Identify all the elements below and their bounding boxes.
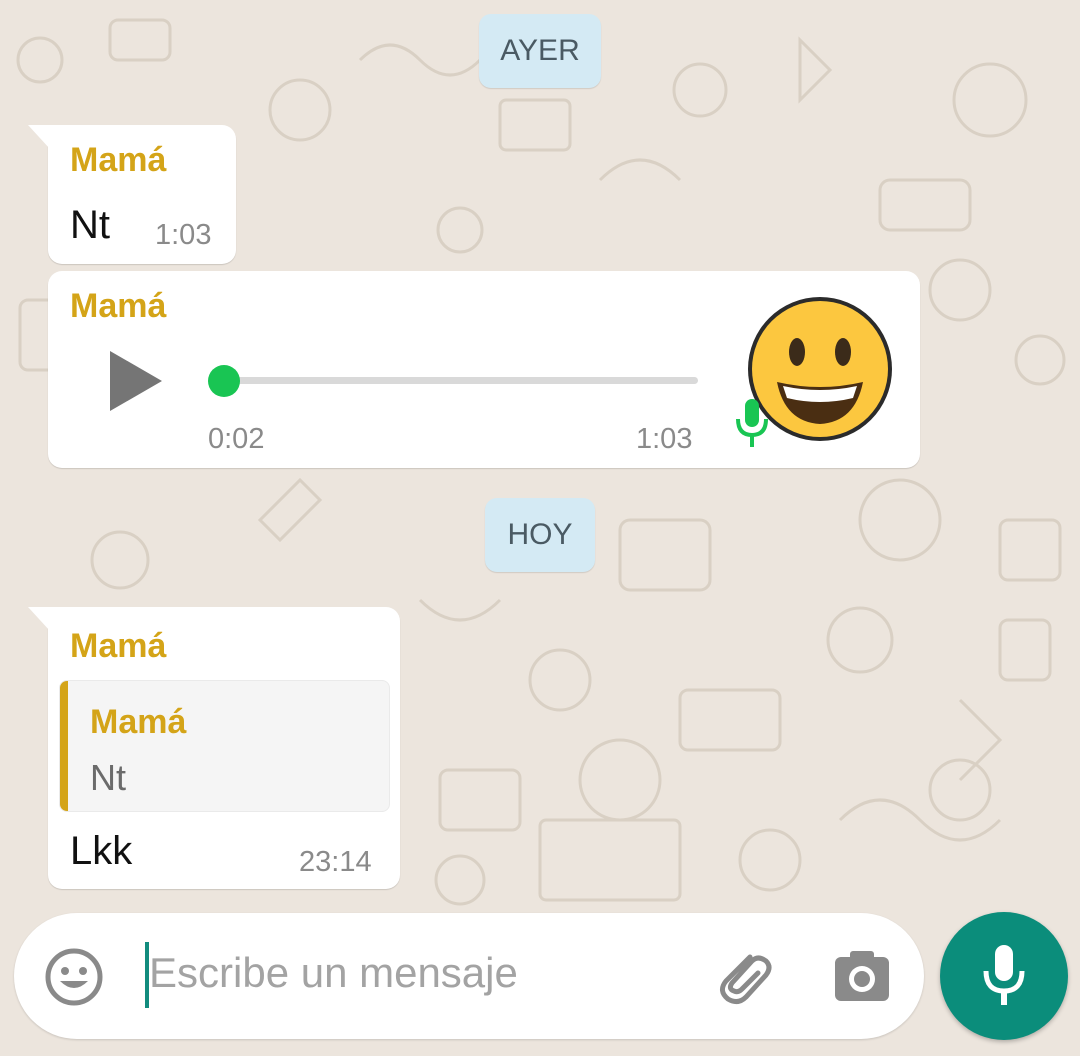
bubble-tail	[28, 607, 50, 631]
paperclip-icon[interactable]	[710, 945, 774, 1009]
message-text: Nt	[70, 203, 110, 247]
date-chip-yesterday: AYER	[479, 14, 601, 88]
message-time: 1:03	[155, 219, 212, 251]
voice-message-bubble[interactable]: Mamá 0:02 1:03	[48, 271, 920, 468]
message-text: Lkk	[70, 829, 133, 873]
date-chip-label: AYER	[500, 34, 580, 67]
audio-progress-track[interactable]	[224, 377, 698, 384]
message-sender: Mamá	[70, 141, 167, 179]
play-icon[interactable]	[108, 349, 164, 413]
voice-record-button[interactable]	[940, 912, 1068, 1040]
smiley-icon[interactable]	[44, 947, 104, 1007]
quoted-text: Nt	[90, 757, 126, 798]
message-sender: Mamá	[70, 287, 167, 325]
message-time: 1:03	[636, 423, 693, 455]
microphone-icon	[736, 399, 768, 447]
message-sender: Mamá	[70, 627, 167, 665]
date-chip-today: HOY	[485, 498, 595, 572]
quote-accent-bar	[60, 681, 68, 811]
quoted-sender: Mamá	[90, 703, 187, 741]
message-bubble[interactable]: Mamá Mamá Nt Lkk 23:14	[28, 607, 400, 889]
bubble-tail	[28, 125, 50, 149]
date-chip-label: HOY	[507, 518, 573, 551]
audio-progress-handle[interactable]	[208, 365, 240, 397]
message-input[interactable]: Escribe un mensaje	[149, 949, 518, 997]
message-composer[interactable]: Escribe un mensaje	[14, 913, 924, 1039]
audio-elapsed: 0:02	[208, 423, 265, 455]
microphone-icon	[983, 945, 1025, 1005]
quoted-message[interactable]: Mamá Nt	[59, 680, 390, 812]
camera-icon[interactable]	[832, 945, 892, 1005]
message-time: 23:14	[299, 846, 372, 878]
message-bubble[interactable]: Mamá Nt 1:03	[28, 125, 236, 264]
